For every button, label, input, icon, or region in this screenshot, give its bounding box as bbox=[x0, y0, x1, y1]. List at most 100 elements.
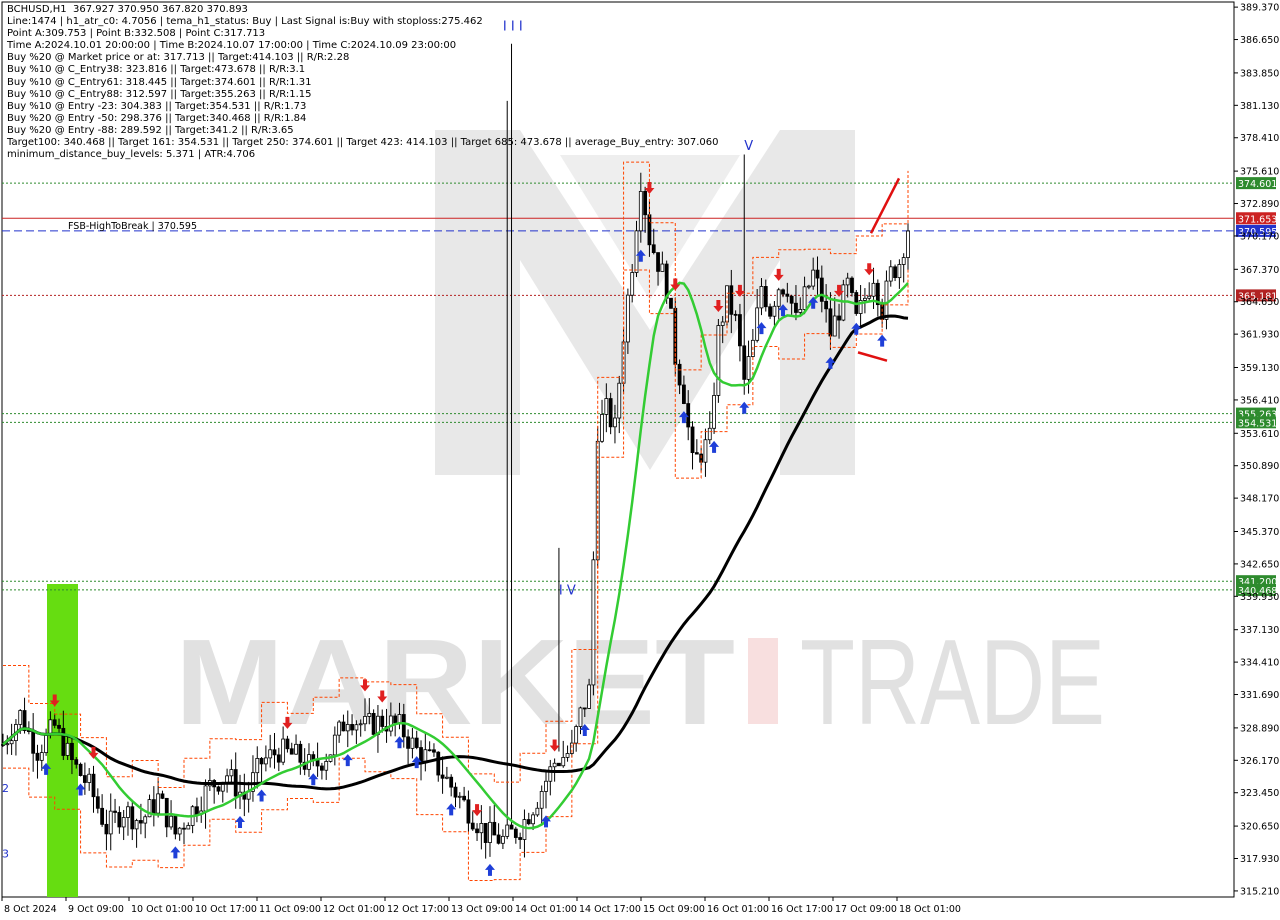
level-tag: 371.653 bbox=[1236, 212, 1277, 225]
candle-body bbox=[139, 820, 143, 824]
info-line: Line:1474 | h1_atr_c0: 4.7056 | tema_h1_… bbox=[7, 16, 483, 28]
candle-body bbox=[776, 289, 781, 307]
candle-body bbox=[828, 308, 833, 337]
candle-body bbox=[5, 743, 10, 746]
candle-body bbox=[863, 297, 867, 301]
y-tick-label: 378.410 bbox=[1240, 133, 1279, 144]
candle-body bbox=[509, 824, 514, 830]
candle-body bbox=[35, 752, 40, 761]
candle-body bbox=[268, 749, 273, 759]
y-tick-label: 375.610 bbox=[1240, 167, 1279, 178]
candle-body bbox=[104, 823, 109, 835]
candle-body bbox=[281, 738, 286, 763]
candle-body bbox=[9, 740, 14, 745]
candle-body bbox=[513, 828, 518, 838]
candle-body bbox=[388, 715, 393, 732]
candle-body bbox=[656, 252, 660, 272]
candle-body bbox=[78, 763, 83, 776]
candle-body bbox=[789, 295, 794, 304]
candle-body bbox=[824, 300, 829, 310]
candle-body bbox=[95, 796, 100, 809]
candle-body bbox=[492, 821, 497, 836]
x-tick-label: 17 Oct 09:00 bbox=[835, 904, 897, 915]
y-tick-label: 389.370 bbox=[1240, 3, 1279, 14]
candle-body bbox=[177, 827, 182, 835]
x-tick-label: 16 Oct 01:00 bbox=[707, 904, 769, 915]
wave-label: 2 bbox=[2, 782, 9, 795]
candle-body bbox=[488, 821, 492, 843]
info-line: Buy %20 @ Entry -88: 289.592 || Target:3… bbox=[7, 124, 294, 136]
y-tick-label: 361.930 bbox=[1240, 330, 1279, 341]
x-tick-label: 15 Oct 09:00 bbox=[643, 904, 705, 915]
candle-body bbox=[195, 806, 199, 815]
candle-body bbox=[591, 559, 596, 686]
candle-body bbox=[48, 719, 53, 735]
candle-body bbox=[436, 751, 441, 776]
candle-body bbox=[565, 753, 570, 758]
candle-body bbox=[785, 293, 790, 297]
candle-body bbox=[462, 795, 467, 801]
watermark-text-right: TRADE bbox=[800, 614, 1105, 750]
candle-body bbox=[772, 305, 777, 317]
x-tick-label: 8 Oct 2024 bbox=[4, 904, 57, 915]
level-tag: 374.601 bbox=[1236, 177, 1277, 190]
candle-body bbox=[121, 817, 126, 828]
candle-body bbox=[320, 765, 324, 771]
candle-body bbox=[285, 738, 290, 750]
y-tick-label: 367.370 bbox=[1240, 265, 1279, 276]
y-tick-label: 317.930 bbox=[1240, 854, 1279, 865]
candle-body bbox=[44, 733, 48, 754]
y-tick-label: 315.210 bbox=[1240, 886, 1279, 897]
candle-body bbox=[225, 775, 229, 783]
candle-body bbox=[401, 714, 406, 738]
candle-body bbox=[444, 776, 449, 779]
candle-body bbox=[651, 244, 656, 253]
candle-body bbox=[806, 285, 811, 288]
candle-body bbox=[39, 752, 44, 761]
candle-body bbox=[522, 819, 527, 840]
x-tick-label: 13 Oct 09:00 bbox=[451, 904, 513, 915]
info-line: Buy %10 @ C_Entry88: 312.597 || Target:3… bbox=[7, 88, 312, 100]
candle-body bbox=[544, 780, 548, 792]
candle-body bbox=[781, 289, 785, 295]
candle-body bbox=[432, 749, 436, 753]
svg-text:374.601: 374.601 bbox=[1238, 179, 1277, 190]
info-line: Buy %10 @ Entry -23: 304.383 || Target:3… bbox=[7, 100, 307, 112]
candle-body bbox=[518, 837, 523, 840]
candle-body bbox=[867, 295, 872, 299]
candle-body bbox=[707, 427, 712, 441]
candle-body bbox=[337, 721, 342, 736]
x-tick-label: 14 Oct 01:00 bbox=[515, 904, 577, 915]
x-tick-label: 16 Oct 17:00 bbox=[771, 904, 833, 915]
info-line: Buy %10 @ C_Entry38: 323.816 || Target:4… bbox=[7, 64, 306, 76]
candle-body bbox=[470, 822, 475, 830]
candle-body bbox=[720, 321, 725, 326]
candle-body bbox=[164, 797, 169, 828]
candle-body bbox=[768, 306, 772, 317]
y-tick-label: 334.410 bbox=[1240, 658, 1279, 669]
candle-body bbox=[427, 749, 432, 752]
candle-body bbox=[738, 314, 742, 347]
candle-body bbox=[694, 452, 699, 455]
candle-body bbox=[479, 823, 484, 834]
candle-body bbox=[272, 749, 277, 756]
candle-body bbox=[182, 827, 186, 830]
candle-body bbox=[819, 277, 824, 302]
candle-body bbox=[294, 743, 298, 755]
svg-text:371.653: 371.653 bbox=[1238, 214, 1277, 225]
candle-body bbox=[617, 382, 622, 419]
candle-body bbox=[845, 277, 850, 286]
candle-body bbox=[755, 307, 760, 341]
candle-body bbox=[203, 785, 208, 812]
info-line: Target100: 340.468 || Target 161: 354.53… bbox=[7, 137, 719, 149]
y-tick-label: 353.610 bbox=[1240, 429, 1279, 440]
candle-body bbox=[457, 795, 462, 798]
candle-body bbox=[113, 810, 117, 813]
candle-body bbox=[216, 786, 221, 792]
candle-body bbox=[371, 712, 376, 735]
candle-body bbox=[604, 398, 609, 415]
candle-body bbox=[173, 815, 178, 835]
candle-body bbox=[733, 313, 738, 316]
candle-body bbox=[229, 769, 234, 777]
info-line: minimum_distance_buy_levels: 5.371 | ATR… bbox=[7, 149, 256, 161]
